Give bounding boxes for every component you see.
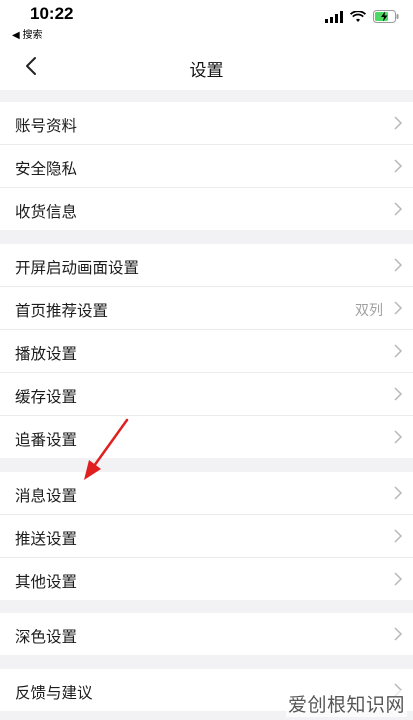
row-label: 安全隐私 bbox=[15, 161, 78, 178]
page-title: 设置 bbox=[189, 61, 224, 80]
settings-group-notifications: 消息设置 推送设置 其他设置 bbox=[0, 472, 413, 600]
row-label: 深色设置 bbox=[15, 629, 78, 646]
chevron-right-icon bbox=[394, 572, 403, 586]
row-label: 首页推荐设置 bbox=[15, 303, 109, 320]
chevron-right-icon bbox=[394, 202, 403, 216]
row-value: 双列 bbox=[355, 302, 383, 318]
chevron-right-icon bbox=[394, 430, 403, 444]
settings-row-push[interactable]: 推送设置 bbox=[0, 515, 413, 558]
chevron-right-icon bbox=[394, 159, 403, 173]
wifi-icon bbox=[349, 10, 367, 28]
watermark-text: 爱创根知识网 bbox=[285, 690, 407, 717]
navigation-bar: 设置 bbox=[0, 42, 413, 90]
status-bar: 10:22 ◀ 搜索 bbox=[0, 0, 413, 42]
row-label: 收货信息 bbox=[15, 204, 78, 221]
back-to-app-link[interactable]: ◀ 搜索 bbox=[12, 26, 42, 41]
settings-group-playback: 开屏启动画面设置 首页推荐设置 双列 播放设置 缓存设置 追番设置 bbox=[0, 244, 413, 458]
row-label: 消息设置 bbox=[15, 488, 78, 505]
row-label: 追番设置 bbox=[15, 432, 78, 449]
row-label: 其他设置 bbox=[15, 574, 78, 591]
row-label: 开屏启动画面设置 bbox=[15, 260, 140, 277]
settings-row-cache[interactable]: 缓存设置 bbox=[0, 373, 413, 416]
settings-row-shipping-info[interactable]: 收货信息 bbox=[0, 188, 413, 230]
settings-row-messages[interactable]: 消息设置 bbox=[0, 472, 413, 515]
signal-icon bbox=[325, 10, 343, 28]
settings-row-account-info[interactable]: 账号资料 bbox=[0, 102, 413, 145]
settings-row-privacy[interactable]: 安全隐私 bbox=[0, 145, 413, 188]
chevron-right-icon bbox=[394, 529, 403, 543]
chevron-right-icon bbox=[394, 344, 403, 358]
battery-charging-icon bbox=[373, 10, 399, 28]
chevron-right-icon bbox=[394, 627, 403, 641]
settings-row-home-recommend[interactable]: 首页推荐设置 双列 bbox=[0, 287, 413, 330]
settings-row-other[interactable]: 其他设置 bbox=[0, 558, 413, 600]
settings-group-account: 账号资料 安全隐私 收货信息 bbox=[0, 102, 413, 230]
settings-group-appearance: 深色设置 bbox=[0, 613, 413, 655]
row-label: 反馈与建议 bbox=[15, 685, 93, 702]
settings-row-dark-mode[interactable]: 深色设置 bbox=[0, 613, 413, 655]
status-time: 10:22 bbox=[30, 4, 74, 23]
chevron-right-icon bbox=[394, 486, 403, 500]
chevron-right-icon bbox=[394, 387, 403, 401]
chevron-right-icon bbox=[394, 301, 403, 315]
row-label: 缓存设置 bbox=[15, 389, 78, 406]
row-label: 推送设置 bbox=[15, 531, 78, 548]
chevron-right-icon bbox=[394, 258, 403, 272]
settings-row-anime-follow[interactable]: 追番设置 bbox=[0, 416, 413, 458]
chevron-right-icon bbox=[394, 116, 403, 130]
settings-row-splash-screen[interactable]: 开屏启动画面设置 bbox=[0, 244, 413, 287]
row-label: 播放设置 bbox=[15, 346, 78, 363]
settings-row-playback[interactable]: 播放设置 bbox=[0, 330, 413, 373]
row-label: 账号资料 bbox=[15, 118, 78, 135]
